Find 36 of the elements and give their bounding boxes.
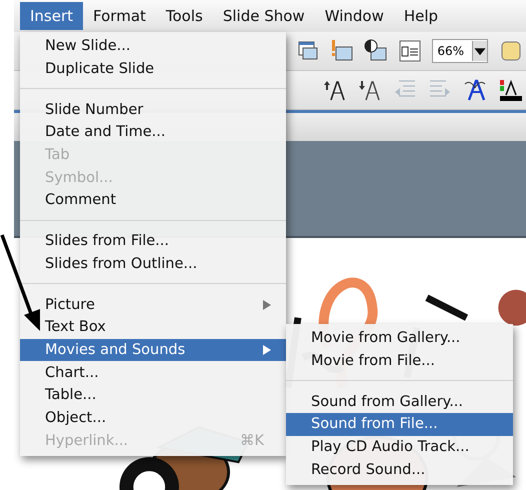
menu-item[interactable]: Date and Time... [20, 121, 286, 144]
text-box-icon[interactable] [398, 39, 422, 63]
alert-window-icon[interactable] [330, 39, 354, 63]
menu-item[interactable]: Chart... [20, 361, 286, 384]
menu-item[interactable]: New Slide... [20, 35, 286, 58]
menu-item[interactable]: Movie from Gallery... [286, 327, 513, 350]
menu-item[interactable]: Object... [20, 406, 286, 430]
menu-item[interactable]: Text Box [20, 316, 286, 339]
menu-item[interactable]: Slides from Outline... [20, 252, 286, 276]
menu-item[interactable]: Movie from File... [286, 350, 513, 372]
menu-item[interactable]: Comment [20, 189, 286, 212]
submenu-arrow-icon [262, 344, 272, 356]
menu-item[interactable]: Sound from File... [286, 413, 513, 436]
caret-icon [472, 41, 487, 61]
menu-bar-item[interactable]: Format [83, 2, 156, 30]
menu-item[interactable]: Slide Number [20, 98, 286, 122]
menu-item[interactable]: Sound from Gallery... [286, 390, 513, 414]
increase-font-icon[interactable] [323, 78, 347, 102]
menu-item[interactable]: Slides from File... [20, 230, 286, 252]
menu-bar-item[interactable]: Slide Show [212, 2, 315, 30]
submenu-arrow-icon [262, 298, 272, 311]
decrease-font-icon[interactable] [358, 78, 382, 102]
menu-item[interactable]: Picture [20, 293, 286, 316]
menu-item[interactable]: Movies and Sounds [20, 338, 286, 362]
menu-bar-item[interactable]: Tools [156, 2, 213, 30]
menu-bar-item[interactable]: Help [394, 2, 448, 30]
menu-bar-item[interactable]: Window [314, 2, 394, 30]
menu-item[interactable]: Record Sound... [286, 458, 513, 482]
font-color-icon[interactable] [498, 78, 522, 102]
menu-item[interactable]: Table... [20, 384, 286, 407]
menu-item[interactable]: Play CD Audio Track... [286, 436, 513, 458]
menu-bar-item[interactable]: Insert [20, 2, 84, 30]
contrast-window-icon[interactable] [364, 39, 388, 63]
text-effect-icon[interactable] [463, 78, 487, 102]
menu-item[interactable]: Duplicate Slide [20, 58, 286, 80]
zoom-dropdown[interactable]: 66% [432, 39, 488, 63]
